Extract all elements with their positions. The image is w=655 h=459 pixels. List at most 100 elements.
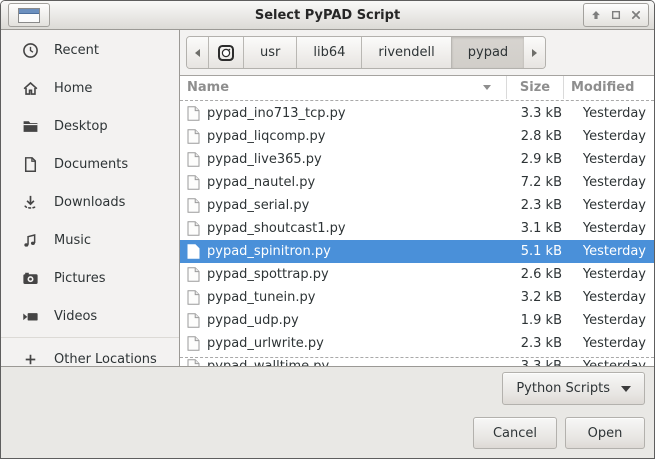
table-row[interactable]: pypad_spinitron.py 5.1 kB Yesterday [180, 240, 654, 263]
file-modified: Yesterday [571, 221, 654, 236]
file-name: pypad_serial.py [207, 198, 515, 213]
file-icon [187, 198, 200, 213]
list-header: Name Size Modified [180, 76, 654, 99]
breadcrumb-label: rivendell [378, 45, 434, 60]
path-forward-button[interactable] [524, 37, 545, 68]
table-row[interactable]: pypad_liqcomp.py 2.8 kB Yesterday [180, 125, 654, 148]
file-modified: Yesterday [571, 152, 654, 167]
file-size: 2.6 kB [515, 267, 571, 282]
breadcrumb-segment[interactable]: rivendell [362, 37, 451, 68]
file-list: Name Size Modified pypad_ino713_tcp.py 3 [180, 76, 654, 366]
sidebar-item[interactable]: Desktop [1, 107, 179, 145]
places-sidebar: Recent Home Desktop Documents [1, 30, 180, 366]
breadcrumb-segment[interactable]: usr [244, 37, 297, 68]
sidebar-item-other-locations[interactable]: Other Locations [1, 340, 179, 366]
window-icon [18, 8, 40, 23]
file-modified: Yesterday [571, 106, 654, 121]
file-name: pypad_tunein.py [207, 290, 515, 305]
close-button[interactable] [626, 5, 646, 25]
sidebar-item-label: Downloads [54, 195, 125, 210]
shade-button[interactable] [586, 5, 606, 25]
file-modified: Yesterday [571, 129, 654, 144]
file-icon [187, 221, 200, 236]
sidebar-item[interactable]: Home [1, 69, 179, 107]
file-size: 2.3 kB [515, 336, 571, 351]
sidebar-item[interactable]: Documents [1, 145, 179, 183]
window-menu-button[interactable] [8, 3, 50, 27]
file-modified: Yesterday [571, 336, 654, 351]
cancel-button[interactable]: Cancel [473, 417, 557, 449]
document-icon [22, 156, 39, 173]
column-header-modified[interactable]: Modified [563, 76, 654, 99]
file-name: pypad_nautel.py [207, 175, 515, 190]
dialog-content: Recent Home Desktop Documents [1, 30, 654, 366]
plus-icon [22, 351, 39, 367]
file-icon [187, 175, 200, 190]
sidebar-item[interactable]: Recent [1, 31, 179, 69]
harddisk-icon [217, 44, 235, 62]
sidebar-item-label: Home [54, 81, 92, 96]
sidebar-item-label: Recent [54, 43, 99, 58]
sidebar-item[interactable]: Music [1, 221, 179, 259]
download-icon [22, 194, 39, 211]
table-row[interactable]: pypad_serial.py 2.3 kB Yesterday [180, 194, 654, 217]
file-modified: Yesterday [571, 290, 654, 305]
breadcrumb-segment[interactable]: pypad [452, 37, 524, 68]
file-icon [187, 129, 200, 144]
shade-icon [589, 8, 603, 22]
sidebar-item[interactable]: Downloads [1, 183, 179, 221]
window-title: Select PyPAD Script [1, 8, 654, 23]
close-icon [629, 8, 643, 22]
table-row[interactable]: pypad_udp.py 1.9 kB Yesterday [180, 309, 654, 332]
home-icon [22, 80, 39, 97]
breadcrumb-segment[interactable]: lib64 [297, 37, 362, 68]
maximize-button[interactable] [606, 5, 626, 25]
file-icon [187, 359, 200, 366]
camera-icon [22, 270, 39, 287]
file-name: pypad_liqcomp.py [207, 129, 515, 144]
file-name: pypad_urlwrite.py [207, 336, 515, 351]
dialog-buttons: Cancel Open [473, 417, 645, 449]
sidebar-separator [1, 337, 179, 338]
file-icon [187, 267, 200, 282]
sidebar-item-label: Desktop [54, 119, 108, 134]
sort-descending-icon [483, 85, 491, 90]
clock-icon [22, 42, 39, 59]
title-bar: Select PyPAD Script [1, 1, 654, 30]
sidebar-item-label: Other Locations [54, 352, 157, 367]
file-rows: pypad_ino713_tcp.py 3.3 kB Yesterday pyp… [180, 99, 654, 366]
file-size: 3.2 kB [515, 290, 571, 305]
column-header-name[interactable]: Name [180, 76, 506, 99]
file-name: pypad_spottrap.py [207, 267, 515, 282]
action-area: Python Scripts Cancel Open [1, 366, 654, 458]
file-size: 3.3 kB [515, 106, 571, 121]
pathbar-area: usr lib64 rivendell pyp [180, 30, 654, 76]
sidebar-item-label: Pictures [54, 271, 105, 286]
scroll-edge-indicator-top [180, 100, 654, 101]
file-chooser-dialog: Select PyPAD Script Recent Home [0, 0, 655, 459]
table-row[interactable]: pypad_tunein.py 3.2 kB Yesterday [180, 286, 654, 309]
file-modified: Yesterday [571, 313, 654, 328]
sidebar-item[interactable]: Videos [1, 297, 179, 335]
table-row[interactable]: pypad_shoutcast1.py 3.1 kB Yesterday [180, 217, 654, 240]
window-controls [583, 3, 649, 27]
file-name: pypad_walltime.py [207, 359, 515, 366]
table-row[interactable]: pypad_urlwrite.py 2.3 kB Yesterday [180, 332, 654, 355]
file-size: 7.2 kB [515, 175, 571, 190]
table-row[interactable]: pypad_live365.py 2.9 kB Yesterday [180, 148, 654, 171]
file-icon [187, 290, 200, 305]
path-back-button[interactable] [187, 37, 209, 68]
video-icon [22, 308, 39, 325]
column-header-size[interactable]: Size [506, 76, 563, 99]
table-row[interactable]: pypad_ino713_tcp.py 3.3 kB Yesterday [180, 102, 654, 125]
file-type-filter-dropdown[interactable]: Python Scripts [502, 372, 645, 405]
file-name: pypad_spinitron.py [207, 244, 515, 259]
file-icon [187, 313, 200, 328]
sidebar-item[interactable]: Pictures [1, 259, 179, 297]
chevron-down-icon [621, 386, 631, 392]
breadcrumb-label: usr [260, 45, 280, 60]
table-row[interactable]: pypad_spottrap.py 2.6 kB Yesterday [180, 263, 654, 286]
filesystem-root-button[interactable] [209, 37, 244, 68]
table-row[interactable]: pypad_nautel.py 7.2 kB Yesterday [180, 171, 654, 194]
open-button[interactable]: Open [565, 417, 645, 449]
